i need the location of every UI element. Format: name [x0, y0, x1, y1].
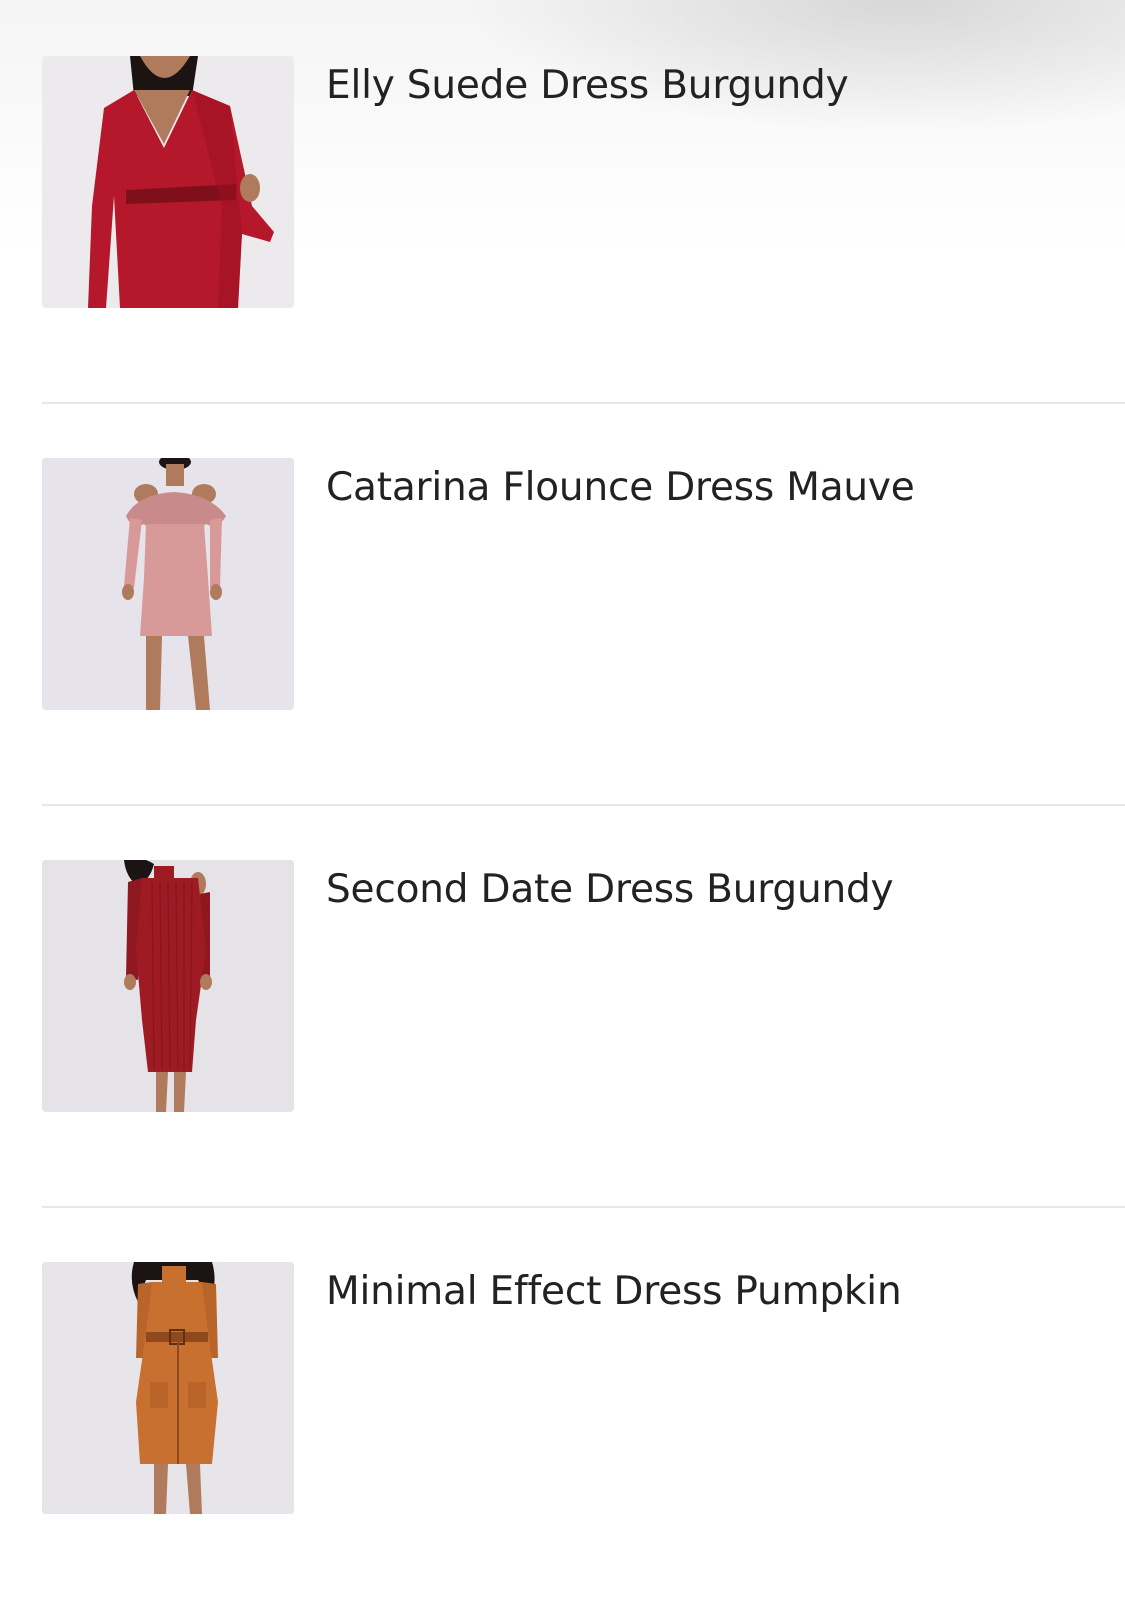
product-thumbnail[interactable] [42, 860, 294, 1112]
list-item: Elly Suede Dress Burgundy [0, 0, 1125, 402]
product-row-link[interactable]: Elly Suede Dress Burgundy [42, 0, 1125, 393]
dress-photo-pumpkin-icon [42, 1262, 294, 1514]
product-thumbnail[interactable] [42, 56, 294, 308]
product-row-link[interactable]: Catarina Flounce Dress Mauve [42, 402, 1125, 795]
product-row-link[interactable]: Minimal Effect Dress Pumpkin [42, 1206, 1125, 1599]
list-item: Second Date Dress Burgundy [0, 804, 1125, 1206]
dress-photo-mauve-flounce-icon [42, 458, 294, 710]
product-title[interactable]: Second Date Dress Burgundy [326, 866, 894, 914]
product-thumbnail[interactable] [42, 458, 294, 710]
list-item: Catarina Flounce Dress Mauve [0, 402, 1125, 804]
list-item: Minimal Effect Dress Pumpkin [0, 1206, 1125, 1600]
product-thumbnail[interactable] [42, 1262, 294, 1514]
product-title[interactable]: Catarina Flounce Dress Mauve [326, 464, 915, 512]
product-list-screen: Elly Suede Dress Burgundy Catarina Floun… [0, 0, 1125, 1600]
product-title[interactable]: Minimal Effect Dress Pumpkin [326, 1268, 902, 1316]
product-row-link[interactable]: Second Date Dress Burgundy [42, 804, 1125, 1197]
dress-photo-burgundy-suede-icon [42, 56, 294, 308]
product-title[interactable]: Elly Suede Dress Burgundy [326, 62, 849, 110]
dress-photo-burgundy-ribbed-icon [42, 860, 294, 1112]
